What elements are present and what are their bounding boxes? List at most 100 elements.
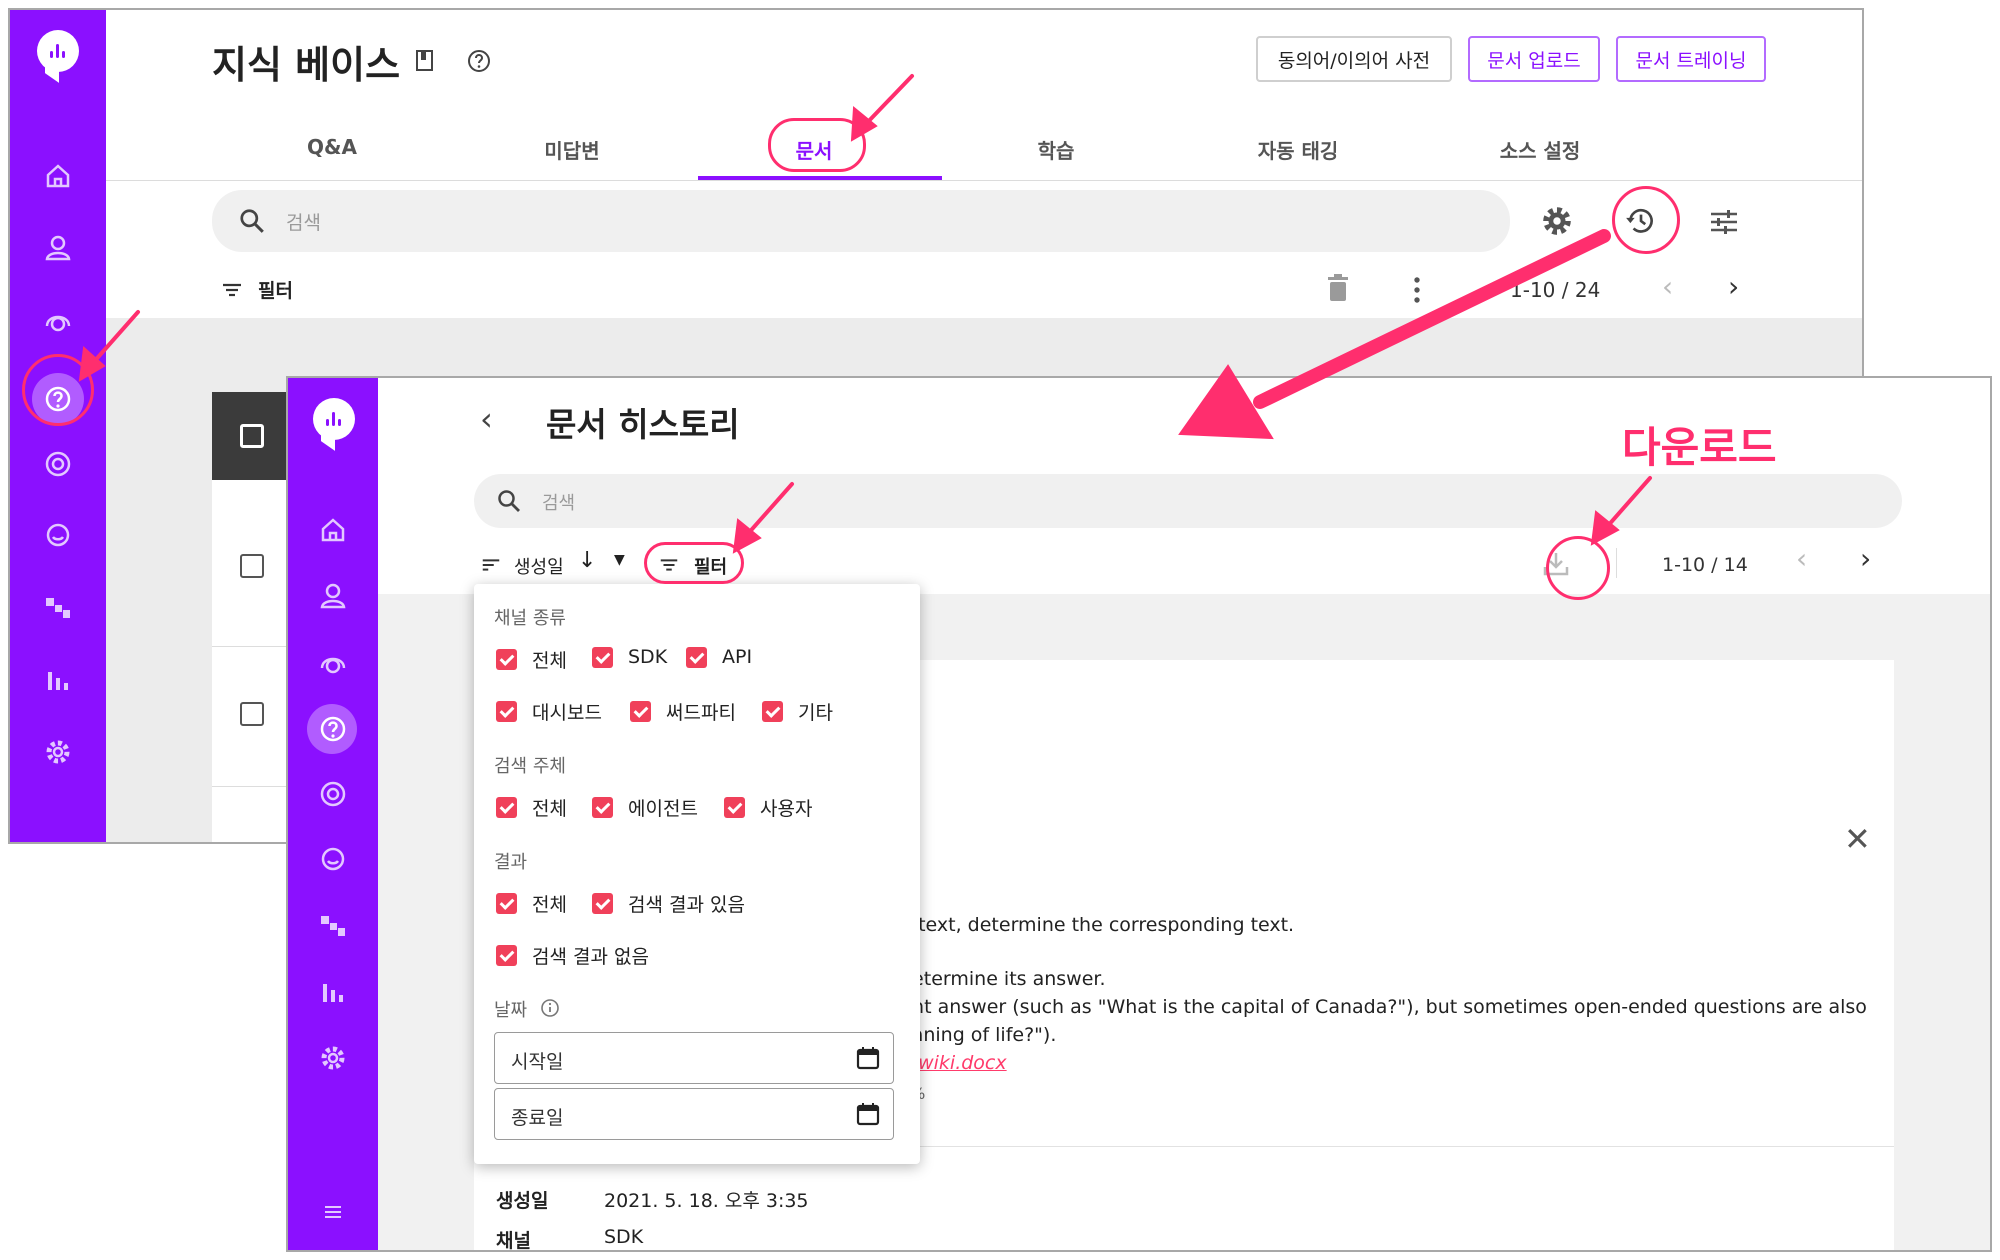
settings-icon[interactable] — [288, 1038, 378, 1078]
checkbox-subject-agent[interactable]: 에이전트 — [592, 794, 698, 821]
calendar-icon[interactable] — [855, 1045, 881, 1071]
logo — [37, 30, 79, 72]
sort-label[interactable]: 생성일 — [514, 553, 564, 579]
prev-page-icon[interactable]: ‹ — [1662, 270, 1673, 303]
checkbox-result-found[interactable]: 검색 결과 있음 — [592, 890, 745, 917]
row-checkbox[interactable] — [240, 702, 264, 726]
logo — [313, 398, 355, 440]
search-bar[interactable]: 검색 — [474, 474, 1902, 528]
annotation-box-documents-tab — [768, 118, 866, 172]
back-button[interactable]: ‹ — [480, 400, 493, 438]
table-row — [212, 480, 296, 842]
target-icon[interactable] — [288, 774, 378, 814]
tab-source-settings[interactable]: 소스 설정 — [1440, 135, 1640, 164]
channel-label: 채널 — [496, 1230, 531, 1252]
tab-auto-tagging[interactable]: 자동 태깅 — [1198, 135, 1398, 164]
checkbox-channel-sdk[interactable]: SDK — [592, 646, 667, 668]
user-icon[interactable] — [10, 228, 106, 268]
tab-unanswered[interactable]: 미답변 — [472, 135, 672, 164]
checkbox-result-not-found[interactable]: 검색 결과 없음 — [496, 942, 649, 969]
tabs-divider — [106, 180, 1862, 181]
menu-icon[interactable] — [288, 1192, 378, 1232]
user-icon[interactable] — [288, 576, 378, 616]
toolbar-divider — [1616, 548, 1617, 578]
checkbox-channel-api[interactable]: API — [686, 646, 752, 668]
trash-icon[interactable] — [1326, 274, 1350, 302]
end-date-field[interactable]: 종료일 — [494, 1088, 894, 1140]
home-icon[interactable] — [10, 156, 106, 196]
target-icon[interactable] — [10, 444, 106, 484]
annotation-box-filter — [644, 542, 744, 584]
settings-icon[interactable] — [10, 732, 106, 772]
close-icon[interactable]: ✕ — [1844, 820, 1871, 858]
flow-icon[interactable] — [288, 906, 378, 946]
detail-text-line: d text, determine the corresponding text… — [900, 914, 1295, 936]
detail-text-line: determine its answer. — [900, 968, 1106, 990]
search-input[interactable]: 검색 — [542, 489, 575, 515]
gear-icon[interactable] — [1540, 204, 1574, 238]
analytics-icon[interactable] — [10, 660, 106, 700]
search-input[interactable]: 검색 — [286, 208, 321, 235]
analytics-icon[interactable] — [288, 972, 378, 1012]
section-result: 결과 — [494, 852, 528, 873]
tune-icon[interactable] — [1708, 206, 1740, 238]
detail-text-line: eaning of life?"). — [900, 1024, 1057, 1046]
page-title: 문서 히스토리 — [546, 405, 740, 444]
start-date-field[interactable]: 시작일 — [494, 1032, 894, 1084]
select-all-checkbox[interactable] — [240, 424, 264, 448]
sidebar — [10, 10, 106, 842]
sort-dropdown-icon[interactable]: ▼ — [614, 552, 625, 568]
checkbox-channel-thirdparty[interactable]: 써드파티 — [630, 698, 736, 725]
agent-chat-icon[interactable] — [288, 642, 378, 682]
checkbox-channel-other[interactable]: 기타 — [762, 698, 833, 725]
checkbox-channel-dashboard[interactable]: 대시보드 — [496, 698, 602, 725]
document-upload-button[interactable]: 문서 업로드 — [1468, 36, 1600, 82]
annotation-download-label: 다운로드 — [1622, 423, 1777, 472]
info-icon — [541, 999, 559, 1017]
pagination-text: 1-10 / 24 — [1510, 278, 1601, 302]
row-divider — [212, 646, 296, 647]
section-search-subject: 검색 주체 — [494, 756, 566, 777]
checkbox-channel-all[interactable]: 전체 — [496, 646, 567, 673]
annotation-circle-download — [1546, 536, 1610, 600]
question-icon[interactable] — [288, 709, 378, 749]
sort-icon[interactable] — [480, 554, 502, 576]
checkbox-subject-user[interactable]: 사용자 — [724, 794, 812, 821]
chat-bubble-icon[interactable] — [10, 516, 106, 556]
filter-icon[interactable] — [220, 278, 244, 302]
document-training-button[interactable]: 문서 트레이닝 — [1616, 36, 1766, 82]
sidebar — [288, 378, 378, 1250]
filter-label[interactable]: 필터 — [258, 276, 293, 303]
document-history-window: ‹ 문서 히스토리 검색 생성일 ↓ ▼ 필터 1-10 / 14 ‹ › ✕ … — [286, 376, 1992, 1252]
calendar-icon[interactable] — [855, 1101, 881, 1127]
section-date: 날짜 — [494, 1000, 528, 1021]
agent-chat-icon[interactable] — [10, 300, 106, 340]
next-page-icon[interactable]: › — [1728, 270, 1739, 303]
created-label: 생성일 — [496, 1190, 549, 1212]
row-divider — [212, 786, 296, 787]
page-title: 지식 베이스 — [212, 43, 401, 87]
checkbox-subject-all[interactable]: 전체 — [496, 794, 567, 821]
synonym-dictionary-button[interactable]: 동의어/이의어 사전 — [1256, 36, 1452, 82]
more-options-icon[interactable] — [1412, 276, 1422, 304]
home-icon[interactable] — [288, 510, 378, 550]
created-value: 2021. 5. 18. 오후 3:35 — [604, 1190, 809, 1212]
row-checkbox[interactable] — [240, 554, 264, 578]
search-bar[interactable]: 검색 — [212, 190, 1510, 252]
search-icon — [498, 490, 520, 512]
section-channel-type: 채널 종류 — [494, 608, 566, 629]
tab-learning[interactable]: 학습 — [956, 135, 1156, 164]
checkbox-result-all[interactable]: 전체 — [496, 890, 567, 917]
tab-qna[interactable]: Q&A — [232, 135, 432, 159]
chat-bubble-icon[interactable] — [288, 840, 378, 880]
detail-text-line: ght answer (such as "What is the capital… — [900, 996, 1867, 1018]
book-icon[interactable] — [412, 48, 438, 74]
help-icon[interactable] — [466, 48, 492, 74]
next-page-icon[interactable]: › — [1860, 542, 1871, 575]
sort-direction-icon[interactable]: ↓ — [578, 548, 596, 573]
flow-icon[interactable] — [10, 588, 106, 628]
channel-value: SDK — [604, 1226, 644, 1248]
filter-menu: 채널 종류 전체 SDK API 대시보드 써드파티 기타 검색 주체 전체 에… — [474, 584, 920, 1164]
prev-page-icon[interactable]: ‹ — [1796, 542, 1807, 575]
pagination-text: 1-10 / 14 — [1662, 554, 1748, 576]
